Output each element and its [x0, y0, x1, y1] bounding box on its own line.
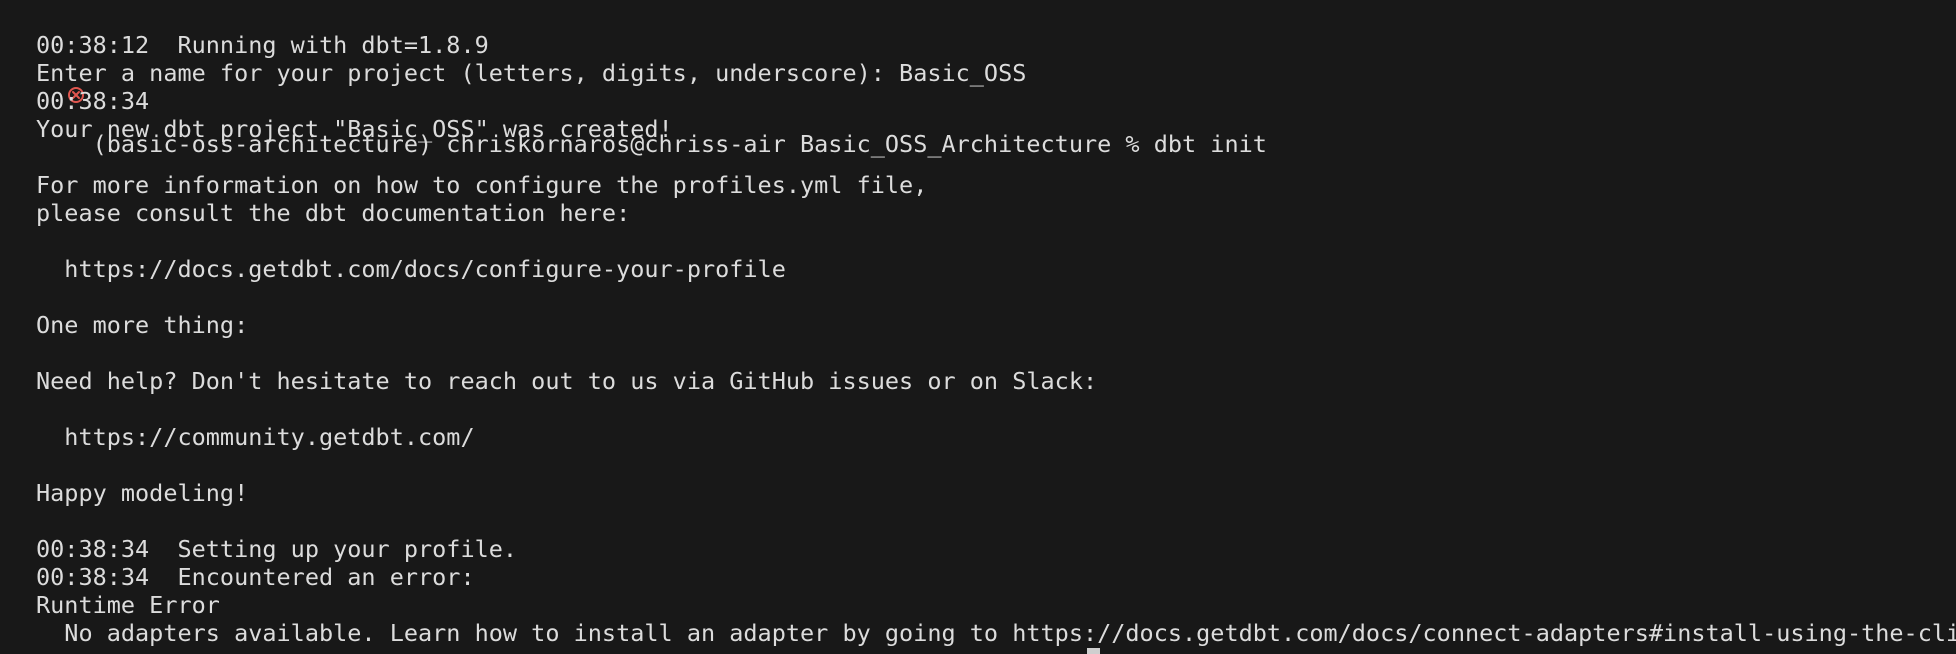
output-line-17: Happy modeling! [36, 479, 249, 507]
adapter-error-line[interactable]: No adapters available. Learn how to inst… [36, 619, 1956, 647]
output-line-4: Your new dbt project "Basic_OSS" was cre… [36, 115, 673, 143]
output-line-21: Runtime Error [36, 591, 220, 619]
output-line-13: Need help? Don't hesitate to reach out t… [36, 367, 1098, 395]
output-line-1: 00:38:12 Running with dbt=1.8.9 [36, 31, 489, 59]
command-prompt-line: (basic-oss-architecture) chriskornaros@c… [8, 2, 1267, 158]
output-line-19: 00:38:34 Setting up your profile. [36, 535, 518, 563]
output-line-6: For more information on how to configure… [36, 171, 928, 199]
output-line-11: One more thing: [36, 311, 249, 339]
docs-url-line[interactable]: https://docs.getdbt.com/docs/configure-y… [36, 255, 786, 283]
clipped-output-line [36, 643, 50, 654]
terminal-cursor [1087, 648, 1100, 654]
output-line-7: please consult the dbt documentation her… [36, 199, 631, 227]
community-url-line[interactable]: https://community.getdbt.com/ [36, 423, 474, 451]
terminal-window[interactable]: (basic-oss-architecture) chriskornaros@c… [0, 0, 1956, 654]
output-line-3: 00:38:34 [36, 87, 150, 115]
output-line-2: Enter a name for your project (letters, … [36, 59, 1027, 87]
output-line-20: 00:38:34 Encountered an error: [36, 563, 475, 591]
